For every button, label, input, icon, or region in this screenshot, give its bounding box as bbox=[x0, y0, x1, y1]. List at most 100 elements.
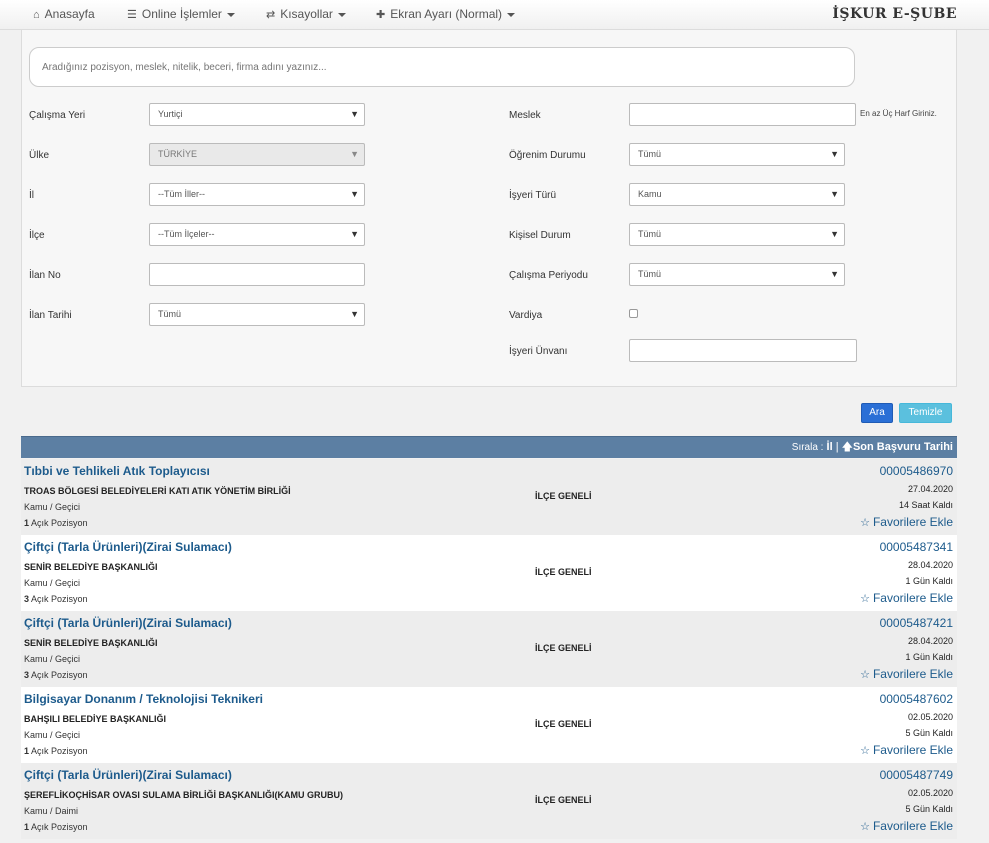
open-positions-label: Açık Pozisyon bbox=[31, 518, 88, 528]
sort-by-il[interactable]: İl bbox=[827, 441, 833, 453]
result-row: Bilgisayar Donanım / Teknolojisi Teknike… bbox=[21, 687, 957, 763]
dropdown-arrow-icon: ▼ bbox=[350, 229, 359, 239]
nav-online-islemler[interactable]: ☰ Online İşlemler bbox=[127, 0, 235, 28]
select-ilce-value: --Tüm İlçeler-- bbox=[158, 229, 215, 239]
dropdown-arrow-icon: ▼ bbox=[350, 109, 359, 119]
deadline-date: 27.04.2020 bbox=[907, 484, 953, 494]
deadline-date: 02.05.2020 bbox=[907, 712, 953, 722]
add-favorite-button[interactable]: ☆ Favorilere Ekle bbox=[860, 667, 953, 681]
label-ilan-tarihi: İlan Tarihi bbox=[29, 310, 72, 321]
job-number-link[interactable]: 00005487749 bbox=[880, 768, 953, 782]
open-positions-count: 1 bbox=[24, 746, 30, 756]
nav-kisayollar-label: Kısayollar bbox=[280, 7, 333, 21]
select-calisma-yeri[interactable]: Yurtiçi ▼ bbox=[149, 103, 365, 126]
label-isyeri-turu: İşyeri Türü bbox=[509, 190, 557, 201]
label-calisma-yeri: Çalışma Yeri bbox=[29, 110, 86, 121]
sort-bar: Sırala : İl | 🡅Son Başvuru Tarihi bbox=[21, 436, 957, 458]
select-isyeri-turu[interactable]: Kamu ▼ bbox=[629, 183, 845, 206]
select-ogrenim-durumu-value: Tümü bbox=[638, 149, 662, 159]
add-favorite-button[interactable]: ☆ Favorilere Ekle bbox=[860, 819, 953, 833]
job-number-link[interactable]: 00005486970 bbox=[880, 464, 953, 478]
job-title-link[interactable]: Tıbbi ve Tehlikeli Atık Toplayıcısı bbox=[24, 464, 210, 478]
open-positions: 1 Açık Pozisyon bbox=[24, 518, 88, 528]
search-input[interactable] bbox=[29, 47, 855, 87]
sort-separator: | bbox=[835, 441, 839, 453]
select-ilan-tarihi[interactable]: Tümü ▼ bbox=[149, 303, 365, 326]
time-remaining: 14 Saat Kaldı bbox=[898, 500, 953, 510]
select-il[interactable]: --Tüm İller-- ▼ bbox=[149, 183, 365, 206]
dropdown-arrow-icon: ▼ bbox=[830, 269, 839, 279]
top-navbar: ⌂ Anasayfa ☰ Online İşlemler ⇄ Kısayollar ✚… bbox=[0, 0, 989, 30]
deadline-date: 28.04.2020 bbox=[907, 636, 953, 646]
job-title-link[interactable]: Çiftçi (Tarla Ürünleri)(Zirai Sulamacı) bbox=[24, 616, 232, 630]
job-number-link[interactable]: 00005487341 bbox=[880, 540, 953, 554]
select-kisisel-durum[interactable]: Tümü ▼ bbox=[629, 223, 845, 246]
search-button[interactable]: Ara bbox=[861, 403, 893, 423]
dropdown-arrow-icon: ▼ bbox=[830, 189, 839, 199]
label-isyeri-unvani: İşyeri Ünvanı bbox=[509, 346, 568, 357]
label-kisisel-durum: Kişisel Durum bbox=[509, 230, 571, 241]
job-scope: İLÇE GENELİ bbox=[535, 719, 592, 729]
star-icon: ☆ bbox=[860, 821, 870, 833]
input-meslek[interactable] bbox=[629, 103, 856, 126]
select-ogrenim-durumu[interactable]: Tümü ▼ bbox=[629, 143, 845, 166]
star-icon: ☆ bbox=[860, 593, 870, 605]
nav-home[interactable]: ⌂ Anasayfa bbox=[33, 0, 95, 28]
select-ilce[interactable]: --Tüm İlçeler-- ▼ bbox=[149, 223, 365, 246]
input-isyeri-unvani[interactable] bbox=[629, 339, 857, 362]
job-type: Kamu / Geçici bbox=[24, 730, 81, 740]
add-favorite-label: Favorilere Ekle bbox=[872, 515, 953, 529]
open-positions: 3 Açık Pozisyon bbox=[24, 594, 88, 604]
company-name: ŞEREFLİKOÇHİSAR OVASI SULAMA BİRLİĞİ BAŞ… bbox=[24, 790, 343, 800]
label-ilan-no: İlan No bbox=[29, 270, 61, 281]
company-name: BAHŞILI BELEDİYE BAŞKANLIĞI bbox=[24, 714, 167, 724]
select-calisma-periyodu-value: Tümü bbox=[638, 269, 662, 279]
dropdown-arrow-icon: ▼ bbox=[350, 189, 359, 199]
job-number-link[interactable]: 00005487602 bbox=[880, 692, 953, 706]
add-favorite-label: Favorilere Ekle bbox=[872, 819, 953, 833]
home-icon: ⌂ bbox=[33, 9, 40, 21]
arrow-up-icon: 🡅 bbox=[841, 441, 853, 453]
job-type: Kamu / Geçici bbox=[24, 578, 81, 588]
job-type: Kamu / Daimi bbox=[24, 806, 79, 816]
input-ilan-no[interactable] bbox=[149, 263, 365, 286]
dropdown-arrow-icon: ▼ bbox=[350, 149, 359, 159]
select-calisma-yeri-value: Yurtiçi bbox=[158, 109, 183, 119]
add-favorite-button[interactable]: ☆ Favorilere Ekle bbox=[860, 743, 953, 757]
result-row: Çiftçi (Tarla Ürünleri)(Zirai Sulamacı) … bbox=[21, 611, 957, 687]
add-favorite-button[interactable]: ☆ Favorilere Ekle bbox=[860, 591, 953, 605]
job-type: Kamu / Geçici bbox=[24, 654, 81, 664]
star-icon: ☆ bbox=[860, 745, 870, 757]
nav-kisayollar[interactable]: ⇄ Kısayollar bbox=[266, 0, 346, 28]
job-scope: İLÇE GENELİ bbox=[535, 795, 592, 805]
deadline-date: 02.05.2020 bbox=[907, 788, 953, 798]
checkbox-vardiya[interactable] bbox=[629, 309, 638, 318]
open-positions-count: 3 bbox=[24, 594, 30, 604]
dropdown-arrow-icon: ▼ bbox=[350, 309, 359, 319]
time-remaining: 1 Gün Kaldı bbox=[905, 652, 953, 662]
clear-button[interactable]: Temizle bbox=[899, 403, 952, 423]
job-title-link[interactable]: Çiftçi (Tarla Ürünleri)(Zirai Sulamacı) bbox=[24, 540, 232, 554]
deadline-date: 28.04.2020 bbox=[907, 560, 953, 570]
dropdown-arrow-icon: ▼ bbox=[830, 149, 839, 159]
select-calisma-periyodu[interactable]: Tümü ▼ bbox=[629, 263, 845, 286]
caret-down-icon bbox=[507, 12, 516, 17]
label-ogrenim-durumu: Öğrenim Durumu bbox=[509, 150, 586, 161]
time-remaining: 5 Gün Kaldı bbox=[905, 804, 953, 814]
select-kisisel-durum-value: Tümü bbox=[638, 229, 662, 239]
label-meslek: Meslek bbox=[509, 110, 541, 121]
sort-by-son-basvuru-tarihi[interactable]: Son Başvuru Tarihi bbox=[853, 441, 953, 453]
company-name: TROAS BÖLGESİ BELEDİYELERİ KATI ATIK YÖN… bbox=[24, 486, 291, 496]
filter-panel: Çalışma Yeri Yurtiçi ▼ Ülke TÜRKİYE ▼ İl -… bbox=[21, 30, 957, 387]
company-name: SENİR BELEDİYE BAŞKANLIĞI bbox=[24, 638, 158, 648]
company-name: SENİR BELEDİYE BAŞKANLIĞI bbox=[24, 562, 158, 572]
job-title-link[interactable]: Çiftçi (Tarla Ürünleri)(Zirai Sulamacı) bbox=[24, 768, 232, 782]
job-number-link[interactable]: 00005487421 bbox=[880, 616, 953, 630]
dropdown-arrow-icon: ▼ bbox=[830, 229, 839, 239]
job-title-link[interactable]: Bilgisayar Donanım / Teknolojisi Teknike… bbox=[24, 692, 263, 706]
add-favorite-button[interactable]: ☆ Favorilere Ekle bbox=[860, 515, 953, 529]
nav-ekran-ayari[interactable]: ✚ Ekran Ayarı (Normal) bbox=[376, 0, 516, 28]
select-isyeri-turu-value: Kamu bbox=[638, 189, 662, 199]
open-positions: 1 Açık Pozisyon bbox=[24, 746, 88, 756]
open-positions: 3 Açık Pozisyon bbox=[24, 670, 88, 680]
